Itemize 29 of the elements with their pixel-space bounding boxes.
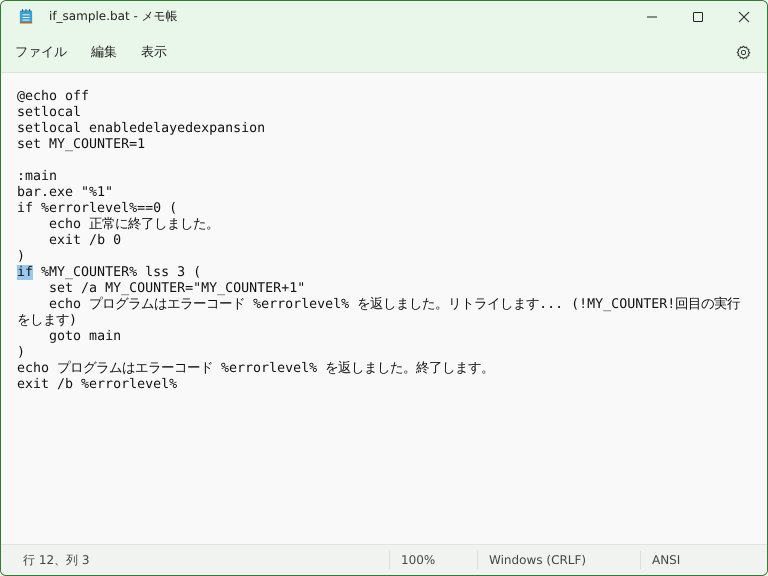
code-line: bar.exe "%1"	[17, 185, 114, 201]
code-line: echo プログラムはエラーコード %errorlevel% を返しました。リトライします... (!MY_COUNTER!回目の実行をします)	[17, 297, 742, 329]
code-line: if %MY_COUNTER% lss 3 (	[17, 265, 202, 281]
notepad-icon	[19, 8, 33, 25]
code-line: goto main	[48, 329, 122, 345]
encoding: ANSI	[640, 551, 767, 569]
code-line: if %errorlevel%==0 (	[17, 201, 178, 216]
settings-icon[interactable]	[736, 44, 751, 60]
code-line: echo 正常に終了しました。	[48, 217, 220, 233]
menu-item[interactable]: 表示	[129, 39, 179, 65]
window-title: if_sample.bat - メモ帳	[49, 8, 178, 25]
code-line: exit /b 0	[48, 233, 122, 249]
cursor-position: 行 12、列 3	[22, 552, 91, 569]
code-line: )	[17, 249, 26, 265]
menu-item[interactable]: 編集	[79, 39, 129, 65]
code-line: setlocal enabledelayedexpansion	[17, 121, 266, 137]
code-line: setlocal	[17, 105, 82, 121]
code-line: exit /b %errorlevel%	[17, 377, 178, 393]
menu-item[interactable]: ファイル	[1, 39, 79, 65]
code-line: :main	[17, 169, 58, 185]
zoom-level: 100%	[389, 551, 477, 569]
code-line: echo プログラムはエラーコード %errorlevel% を返しました。終了します。	[17, 361, 496, 377]
code-line: )	[17, 345, 26, 361]
code-line: @echo off	[17, 89, 90, 105]
code-line: set MY_COUNTER=1	[17, 137, 146, 153]
close-icon	[738, 10, 750, 22]
line-ending: Windows (CRLF)	[477, 551, 640, 569]
code-line: set /a MY_COUNTER="MY_COUNTER+1"	[48, 281, 306, 296]
maximize-icon	[692, 10, 704, 22]
